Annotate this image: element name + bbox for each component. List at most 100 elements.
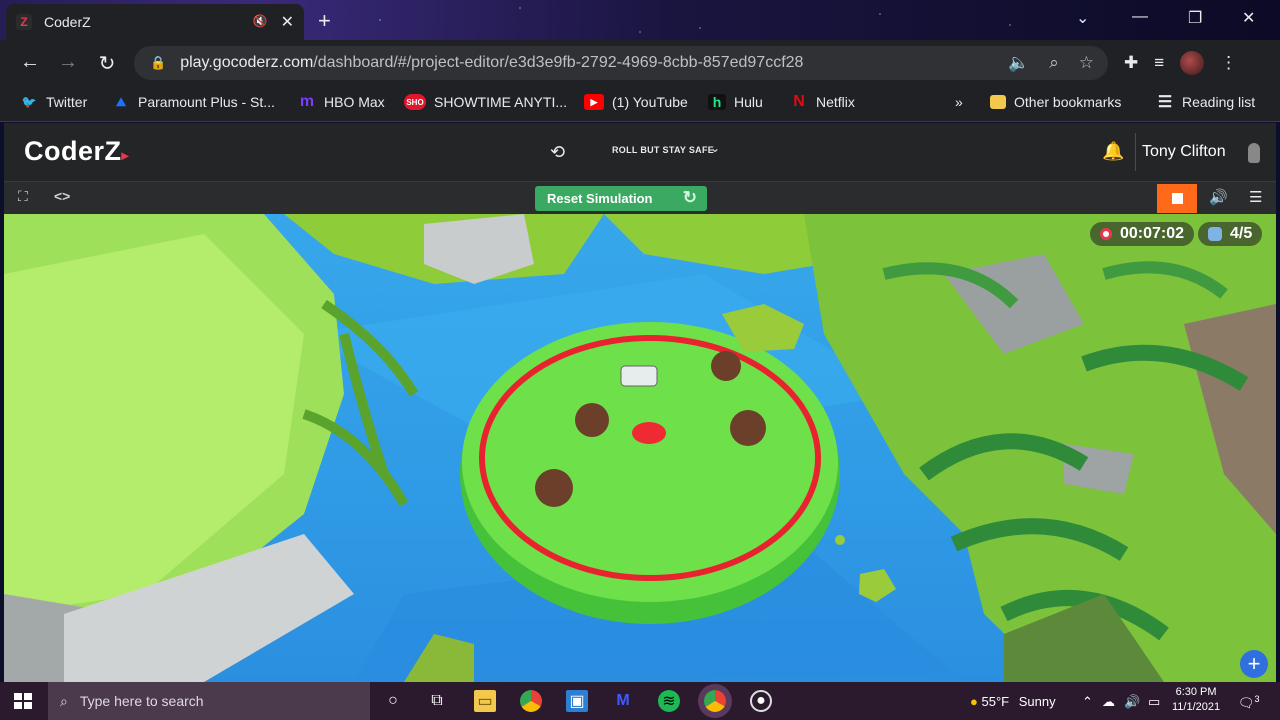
taskbar-search[interactable]: ⌕ Type here to search [48,682,370,720]
ball [575,403,609,437]
bookmark-label: (1) YouTube [612,94,688,110]
stopwatch-icon [1100,228,1112,240]
media-app-icon[interactable]: ● [750,690,772,712]
coderz-logo[interactable]: CoderZ▸ [24,136,129,167]
menu-icon[interactable]: ⋮ [1220,53,1237,73]
speaker-icon[interactable]: 🔊 [1124,694,1140,710]
mute-tab-icon[interactable]: 🔇 [253,14,269,30]
notifications-icon[interactable]: 🗨3 [1238,694,1260,711]
chevron-down-icon[interactable]: ⌄ [710,141,720,155]
ball [535,469,573,507]
islet [835,535,845,545]
address-bar[interactable]: 🔒 play.gocoderz.com/dashboard/#/project-… [134,46,1108,80]
youtube-icon: ▶ [584,94,604,110]
reading-list-icon: ☰ [1157,94,1173,111]
spotify-icon[interactable]: ≋ [658,690,680,712]
windows-start-icon[interactable] [14,693,32,709]
robot [620,365,658,387]
chrome-profile-icon[interactable] [704,690,726,712]
network-icon[interactable]: ▭ [1148,694,1160,710]
code-view-icon[interactable]: <> [54,188,70,204]
bookmark-youtube[interactable]: ▶ (1) YouTube [584,94,688,110]
minimize-button[interactable]: — [1132,8,1148,26]
simulation-viewport[interactable]: 00:07:02 4/5 + [4,214,1276,682]
reading-list-label: Reading list [1182,94,1256,110]
profile-avatar[interactable] [1180,51,1205,75]
history-icon[interactable]: ⟲ [550,142,565,163]
back-button[interactable]: ← [18,51,42,74]
search-icon: ⌕ [60,692,68,709]
browser-tab[interactable]: Z CoderZ 🔇 ✕ [6,4,304,40]
user-name[interactable]: Tony Clifton [1142,143,1226,161]
ball [730,410,766,446]
new-tab-button[interactable]: + [318,8,331,34]
timer-display: 00:07:02 [1090,222,1195,246]
bookmark-showtime[interactable]: SHO SHOWTIME ANYTI... [404,94,567,110]
chrome-icon[interactable] [520,690,542,712]
logo-text: CoderZ [24,136,122,166]
collapse-icon[interactable]: ⛶ [18,188,28,205]
reload-button[interactable]: ↻ [95,51,119,76]
bookmark-twitter[interactable]: 🐦 Twitter [20,94,88,110]
maximize-button[interactable]: ❐ [1188,8,1202,28]
paramount-icon: ⛰ [115,94,127,109]
bookmarks-bar: 🐦 Twitter ⛰ Paramount Plus - St... m HBO… [0,86,1280,122]
zoom-icon[interactable]: ⌕ [1049,53,1059,73]
volume-icon[interactable]: 🔊 [1209,188,1228,206]
task-view-icon[interactable]: ⧉ [426,690,448,712]
sound-blocked-icon[interactable]: 🔈 [1008,53,1029,73]
stop-icon [1171,193,1183,204]
close-window-button[interactable]: ✕ [1242,8,1255,28]
tab-search-icon[interactable]: ⌄ [1076,8,1089,28]
bookmark-hbomax[interactable]: m HBO Max [298,93,385,110]
bell-icon[interactable]: 🔔 [1102,141,1124,162]
onedrive-icon[interactable]: ☁ [1102,694,1115,710]
score-display: 4/5 [1198,222,1263,246]
island-top [462,322,838,602]
cortana-icon[interactable]: ○ [382,690,404,712]
clock-time: 6:30 PM [1175,686,1217,698]
bookmark-star-icon[interactable]: ☆ [1079,53,1094,73]
url-text: play.gocoderz.com/dashboard/#/project-ed… [180,54,804,71]
add-button[interactable]: + [1240,650,1268,678]
bookmark-label: HBO Max [324,94,385,110]
bookmark-netflix[interactable]: N Netflix [790,93,855,110]
twitter-icon: 🐦 [21,95,37,109]
folder-icon [990,95,1006,109]
close-tab-icon[interactable]: ✕ [281,12,294,32]
ball [711,351,741,381]
system-clock[interactable]: 6:30 PM 11/1/2021 [1172,685,1220,715]
bookmarks-overflow-button[interactable]: » [955,94,963,110]
weather-temp: 55°F [981,694,1010,709]
bookmark-paramount[interactable]: ⛰ Paramount Plus - St... [112,94,275,110]
media-control-icon[interactable]: ≡ [1154,53,1164,73]
stop-button[interactable] [1157,184,1197,213]
lock-icon[interactable]: 🔒 [150,55,166,71]
reading-list[interactable]: ☰ Reading list [1156,94,1256,111]
target-spot [632,422,666,444]
taskbar: ⌕ Type here to search ○ ⧉ ▭ ▣ M ≋ ● ● 55… [0,682,1280,720]
bookmark-hulu[interactable]: h Hulu [708,94,763,110]
malwarebytes-icon[interactable]: M [612,690,634,712]
score-value: 4/5 [1230,225,1253,242]
bookmark-label: Netflix [816,94,855,110]
showtime-icon: SHO [404,94,426,110]
divider [1135,133,1136,171]
control-panel-icon[interactable]: ▣ [566,690,588,712]
bookmark-label: Hulu [734,94,763,110]
file-explorer-icon[interactable]: ▭ [474,690,496,712]
show-hidden-icons[interactable]: ⌃ [1082,694,1093,710]
other-bookmarks[interactable]: Other bookmarks [990,94,1121,110]
refresh-icon: ↻ [682,188,697,207]
settings-sliders-icon[interactable]: ☰ [1249,188,1262,206]
reset-simulation-button[interactable]: Reset Simulation ↻ [535,186,707,211]
notification-count: 3 [1254,694,1260,704]
user-avatar[interactable] [1248,143,1260,163]
netflix-icon: N [793,93,805,110]
weather-widget[interactable]: ● 55°F Sunny [970,694,1056,709]
forward-button[interactable]: → [56,51,80,74]
robot-icon [1208,227,1222,241]
mission-title[interactable]: ROLL BUT STAY SAFE [612,145,714,155]
extensions-icon[interactable]: ✚ [1124,53,1138,73]
simulation-toolbar: ⛶ <> Reset Simulation ↻ 🔊 ☰ [4,181,1276,214]
